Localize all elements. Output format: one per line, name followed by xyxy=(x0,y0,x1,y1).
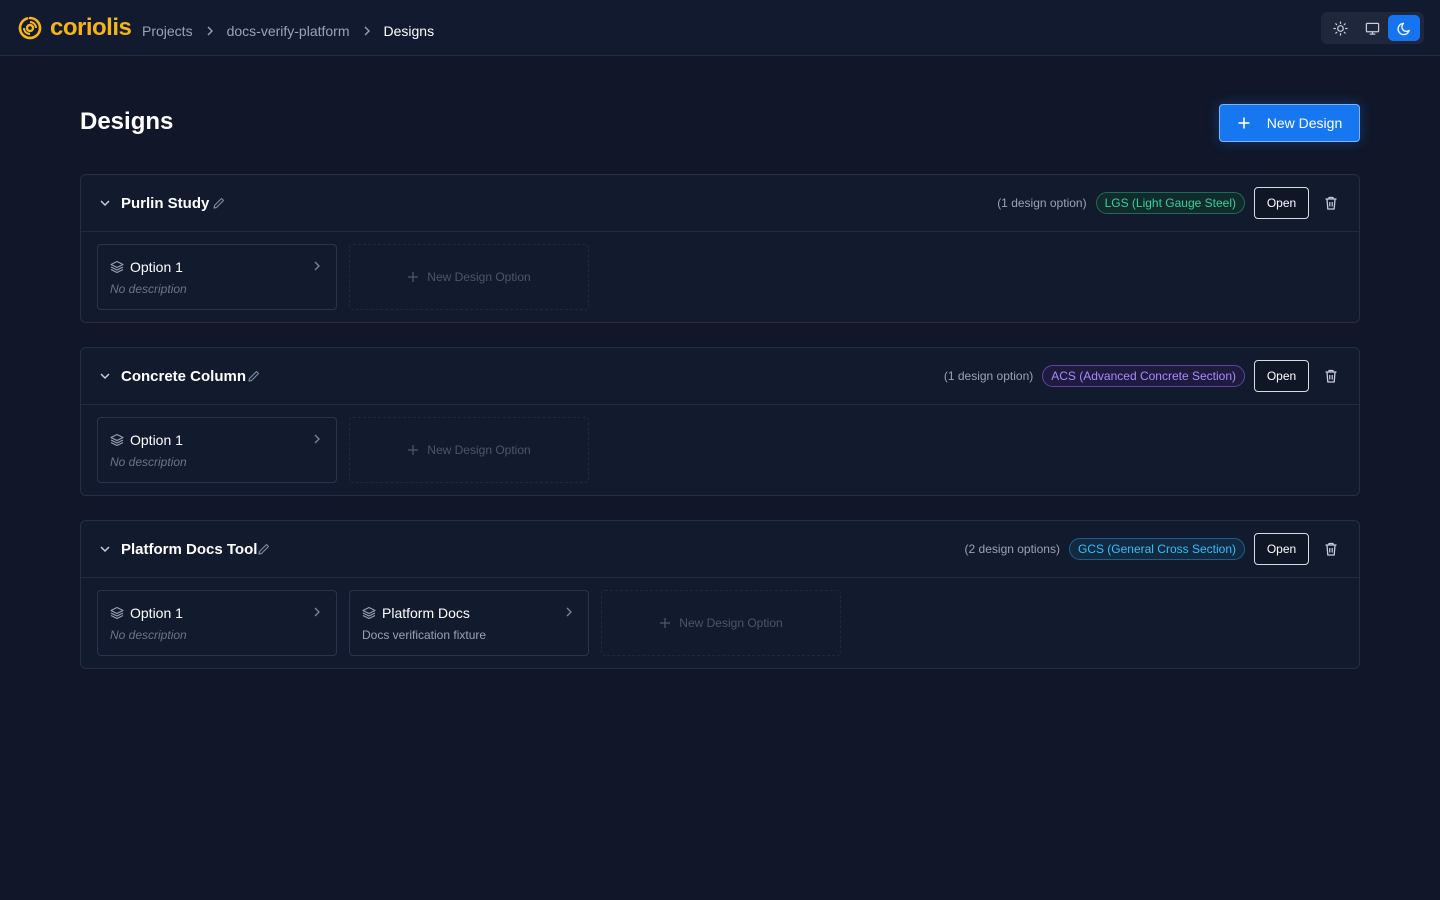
new-design-option-button[interactable]: New Design Option xyxy=(349,244,589,310)
monitor-icon xyxy=(1365,22,1379,35)
trash-icon[interactable] xyxy=(1323,368,1339,384)
option-name: Option 1 xyxy=(130,432,183,448)
open-button[interactable]: Open xyxy=(1254,360,1309,392)
pencil-icon[interactable] xyxy=(247,369,261,383)
design-name: Platform Docs Tool xyxy=(121,541,258,558)
layers-icon xyxy=(362,606,376,620)
theme-dark-button[interactable] xyxy=(1388,15,1420,41)
trash-icon[interactable] xyxy=(1323,195,1339,211)
option-name: Platform Docs xyxy=(382,605,470,621)
theme-system-button[interactable] xyxy=(1356,15,1388,41)
sun-icon xyxy=(1332,20,1348,36)
design-card: Platform Docs Tool (2 design options) GC… xyxy=(80,520,1360,669)
theme-toggle xyxy=(1321,12,1424,44)
option-description: Docs verification fixture xyxy=(362,628,487,642)
chevron-right-icon xyxy=(314,607,320,617)
theme-light-button[interactable] xyxy=(1324,15,1356,41)
new-design-option-label: New Design Option xyxy=(427,443,531,457)
option-name: Option 1 xyxy=(130,605,183,621)
plus-icon xyxy=(1238,117,1250,129)
new-design-option-button[interactable]: New Design Option xyxy=(601,590,841,656)
option-description: No description xyxy=(110,628,187,642)
design-option-tile[interactable]: Option 1 No description xyxy=(97,590,337,656)
design-card-header[interactable]: Purlin Study (1 design option) LGS (Ligh… xyxy=(81,175,1359,232)
design-name: Concrete Column xyxy=(121,368,247,385)
breadcrumb-designs: Designs xyxy=(383,23,435,39)
new-design-option-label: New Design Option xyxy=(679,616,783,630)
moon-icon xyxy=(1397,22,1410,35)
chevron-right-icon xyxy=(205,26,215,36)
design-card-header[interactable]: Platform Docs Tool (2 design options) GC… xyxy=(81,521,1359,578)
solver-tag: LGS (Light Gauge Steel) xyxy=(1095,192,1245,214)
open-button[interactable]: Open xyxy=(1254,533,1309,565)
layers-icon xyxy=(110,606,124,620)
option-description: No description xyxy=(110,282,187,296)
breadcrumb-project[interactable]: docs-verify-platform xyxy=(227,23,350,39)
top-bar: coriolis Projects docs-verify-platform D… xyxy=(0,0,1440,56)
chevron-right-icon xyxy=(362,26,372,36)
chevron-right-icon xyxy=(566,607,572,617)
design-name: Purlin Study xyxy=(121,195,210,212)
plus-icon xyxy=(408,445,419,455)
option-count: (1 design option) xyxy=(943,369,1034,383)
design-option-tile[interactable]: Option 1 No description xyxy=(97,244,337,310)
option-name: Option 1 xyxy=(130,259,183,275)
chevron-down-icon[interactable] xyxy=(98,369,112,383)
option-description: No description xyxy=(110,455,187,469)
new-design-button[interactable]: New Design xyxy=(1219,104,1360,142)
design-option-tile[interactable]: Platform Docs Docs verification fixture xyxy=(349,590,589,656)
chevron-right-icon xyxy=(314,434,320,444)
new-design-label: New Design xyxy=(1266,115,1343,131)
chevron-right-icon xyxy=(314,261,320,271)
app-name: coriolis xyxy=(50,14,132,41)
pencil-icon[interactable] xyxy=(212,196,226,210)
open-button[interactable]: Open xyxy=(1254,187,1309,219)
chevron-down-icon[interactable] xyxy=(98,542,112,556)
breadcrumb: Projects docs-verify-platform Designs xyxy=(142,21,434,41)
breadcrumb-projects[interactable]: Projects xyxy=(142,23,193,39)
design-card: Purlin Study (1 design option) LGS (Ligh… xyxy=(80,174,1360,323)
design-card-header[interactable]: Concrete Column (1 design option) ACS (A… xyxy=(81,348,1359,405)
page-title: Designs xyxy=(80,108,174,135)
trash-icon[interactable] xyxy=(1323,541,1339,557)
pencil-icon[interactable] xyxy=(257,542,271,556)
layers-icon xyxy=(110,433,124,447)
solver-tag: GCS (General Cross Section) xyxy=(1068,538,1245,560)
chevron-down-icon[interactable] xyxy=(98,196,112,210)
option-count: (2 design options) xyxy=(964,542,1060,556)
design-card: Concrete Column (1 design option) ACS (A… xyxy=(80,347,1360,496)
design-option-tile[interactable]: Option 1 No description xyxy=(97,417,337,483)
option-count: (1 design option) xyxy=(997,196,1087,210)
app-logo[interactable]: coriolis xyxy=(15,13,132,43)
solver-tag: ACS (Advanced Concrete Section) xyxy=(1042,365,1245,387)
new-design-option-label: New Design Option xyxy=(427,270,531,284)
coriolis-logo-icon xyxy=(18,16,42,40)
plus-icon xyxy=(408,272,419,282)
layers-icon xyxy=(110,260,124,274)
new-design-option-button[interactable]: New Design Option xyxy=(349,417,589,483)
plus-icon xyxy=(660,618,671,628)
